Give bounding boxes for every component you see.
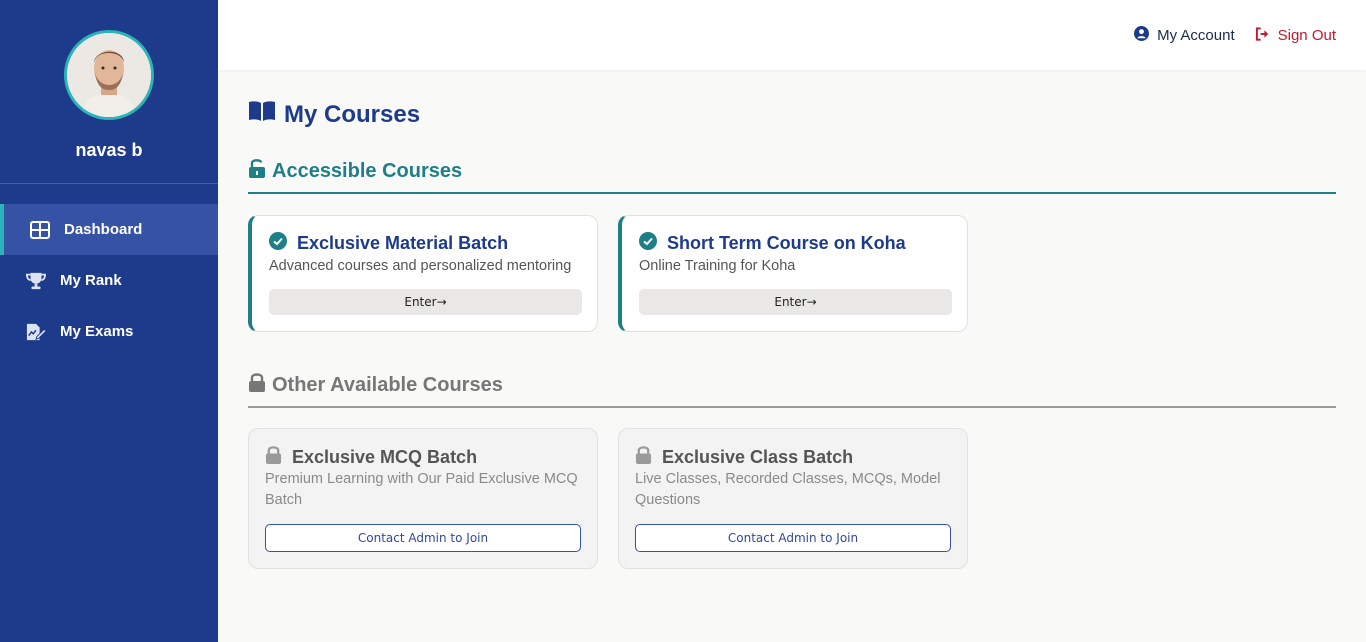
contact-admin-button[interactable]: Contact Admin to Join bbox=[265, 524, 581, 552]
locked-course-card: Exclusive Class Batch Live Classes, Reco… bbox=[618, 428, 968, 569]
sidebar-item-label: Dashboard bbox=[64, 221, 143, 238]
page-title-text: My Courses bbox=[284, 100, 421, 128]
lock-icon bbox=[635, 445, 652, 469]
exam-edit-icon bbox=[26, 322, 46, 342]
page-title: My Courses bbox=[248, 100, 420, 129]
grid-icon bbox=[30, 220, 50, 240]
course-description: Live Classes, Recorded Classes, MCQs, Mo… bbox=[635, 471, 941, 508]
course-title-text: Short Term Course on Koha bbox=[667, 233, 906, 253]
course-title-text: Exclusive MCQ Batch bbox=[292, 446, 478, 467]
lock-icon bbox=[248, 372, 266, 398]
avatar[interactable] bbox=[64, 30, 154, 120]
my-account-label: My Account bbox=[1157, 27, 1235, 44]
accessible-courses-heading: Accessible Courses bbox=[248, 158, 462, 184]
course-card: Short Term Course on Koha Online Trainin… bbox=[618, 215, 968, 332]
course-description: Advanced courses and personalized mentor… bbox=[269, 258, 572, 274]
enter-button[interactable]: Enter→ bbox=[269, 289, 582, 315]
enter-button[interactable]: Enter→ bbox=[639, 289, 952, 315]
locked-course-card: Exclusive MCQ Batch Premium Learning wit… bbox=[248, 428, 598, 569]
sidebar-item-label: My Rank bbox=[60, 272, 122, 289]
check-circle-icon bbox=[269, 232, 287, 255]
contact-admin-button[interactable]: Contact Admin to Join bbox=[635, 524, 951, 552]
top-bar: My Account Sign Out bbox=[218, 0, 1366, 70]
other-courses-heading: Other Available Courses bbox=[248, 372, 503, 398]
sign-out-icon bbox=[1255, 26, 1270, 45]
open-book-icon bbox=[248, 100, 276, 129]
sidebar-item-label: My Exams bbox=[60, 323, 134, 340]
course-description: Online Training for Koha bbox=[639, 258, 796, 274]
course-title: Exclusive MCQ Batch bbox=[265, 445, 477, 469]
sign-out-link[interactable]: Sign Out bbox=[1255, 26, 1336, 45]
accessible-courses-heading-text: Accessible Courses bbox=[272, 159, 463, 182]
sidebar: navas b Dashboard My Rank My Exams bbox=[0, 0, 218, 642]
other-courses-heading-text: Other Available Courses bbox=[272, 373, 503, 396]
accessible-divider bbox=[248, 192, 1336, 194]
trophy-icon bbox=[26, 271, 46, 291]
user-circle-icon bbox=[1134, 26, 1150, 45]
course-title-text: Exclusive Material Batch bbox=[297, 233, 509, 253]
sidebar-item-my-exams[interactable]: My Exams bbox=[0, 306, 218, 357]
check-circle-icon bbox=[639, 232, 657, 255]
lock-icon bbox=[265, 445, 282, 469]
course-card: Exclusive Material Batch Advanced course… bbox=[248, 215, 598, 332]
course-title: Exclusive Class Batch bbox=[635, 445, 853, 469]
course-title: Exclusive Material Batch bbox=[269, 232, 508, 255]
course-description: Premium Learning with Our Paid Exclusive… bbox=[265, 471, 578, 508]
other-divider bbox=[248, 406, 1336, 408]
unlock-icon bbox=[248, 158, 266, 184]
course-title: Short Term Course on Koha bbox=[639, 232, 906, 255]
username: navas b bbox=[75, 140, 143, 160]
my-account-link[interactable]: My Account bbox=[1134, 26, 1235, 45]
course-title-text: Exclusive Class Batch bbox=[662, 446, 854, 467]
sidebar-item-dashboard[interactable]: Dashboard bbox=[0, 204, 218, 255]
sidebar-divider bbox=[0, 183, 218, 184]
top-actions: My Account Sign Out bbox=[1134, 26, 1336, 45]
sidebar-nav: Dashboard My Rank My Exams bbox=[0, 204, 218, 357]
sidebar-item-my-rank[interactable]: My Rank bbox=[0, 255, 218, 306]
sign-out-label: Sign Out bbox=[1277, 27, 1336, 44]
